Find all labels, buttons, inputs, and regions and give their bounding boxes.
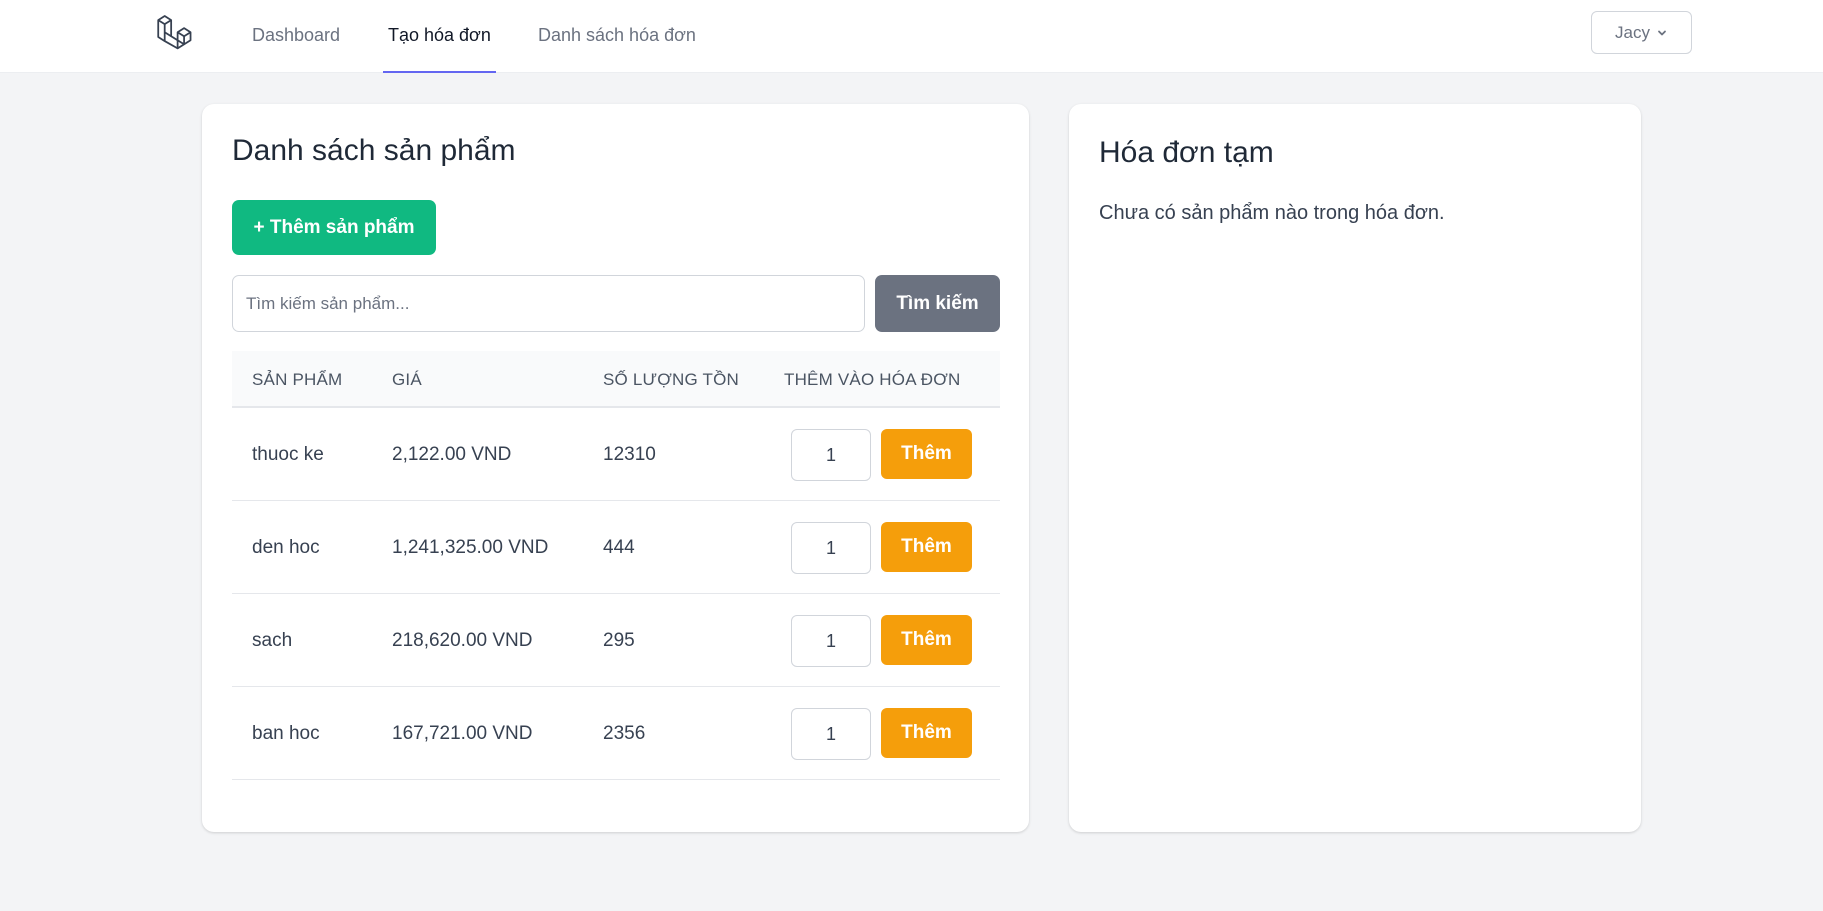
table-row: den hoc 1,241,325.00 VND 444 Thêm: [232, 501, 1000, 594]
search-button[interactable]: Tìm kiếm: [875, 275, 1000, 332]
user-menu-button[interactable]: Jacy: [1591, 11, 1692, 54]
product-stock: 12310: [603, 443, 656, 465]
product-price: 2,122.00 VND: [392, 443, 512, 465]
product-table: SẢN PHẨM GIÁ SỐ LƯỢNG TỒN THÊM VÀO HÓA Đ…: [232, 351, 1000, 780]
product-price: 167,721.00 VND: [392, 722, 533, 744]
column-header-stock: SỐ LƯỢNG TỒN: [603, 369, 740, 389]
table-header: SẢN PHẨM GIÁ SỐ LƯỢNG TỒN THÊM VÀO HÓA Đ…: [232, 351, 1000, 408]
product-stock: 295: [603, 629, 635, 651]
column-header-product: SẢN PHẨM: [252, 369, 343, 389]
table-row: sach 218,620.00 VND 295 Thêm: [232, 594, 1000, 687]
product-name: ban hoc: [252, 722, 320, 744]
quantity-input[interactable]: [791, 708, 871, 760]
nav-link-create-invoice[interactable]: Tạo hóa đơn: [383, 0, 496, 73]
empty-invoice-message: Chưa có sản phẩm nào trong hóa đơn.: [1099, 202, 1445, 224]
product-list-title: Danh sách sản phẩm: [232, 134, 516, 167]
add-to-invoice-button[interactable]: Thêm: [881, 429, 972, 479]
top-navigation: Dashboard Tạo hóa đơn Danh sách hóa đơn …: [0, 0, 1823, 73]
product-stock: 444: [603, 536, 635, 558]
table-row: thuoc ke 2,122.00 VND 12310 Thêm: [232, 408, 1000, 501]
chevron-down-icon: [1658, 30, 1666, 35]
column-header-add-to-invoice: THÊM VÀO HÓA ĐƠN: [784, 369, 961, 389]
add-to-invoice-button[interactable]: Thêm: [881, 615, 972, 665]
add-product-button[interactable]: + Thêm sản phẩm: [232, 200, 436, 255]
quantity-input[interactable]: [791, 615, 871, 667]
laravel-logo-icon[interactable]: [155, 12, 197, 54]
product-price: 1,241,325.00 VND: [392, 536, 549, 558]
product-name: thuoc ke: [252, 443, 324, 465]
table-row: ban hoc 167,721.00 VND 2356 Thêm: [232, 687, 1000, 780]
temp-invoice-title: Hóa đơn tạm: [1099, 136, 1274, 169]
product-name: sach: [252, 629, 293, 651]
nav-link-invoice-list[interactable]: Danh sách hóa đơn: [538, 0, 696, 73]
temp-invoice-card: Hóa đơn tạm Chưa có sản phẩm nào trong h…: [1069, 104, 1641, 832]
user-name: Jacy: [1615, 22, 1650, 42]
nav-link-dashboard[interactable]: Dashboard: [252, 0, 340, 73]
product-stock: 2356: [603, 722, 646, 744]
quantity-input[interactable]: [791, 429, 871, 481]
product-name: den hoc: [252, 536, 320, 558]
add-to-invoice-button[interactable]: Thêm: [881, 708, 972, 758]
column-header-price: GIÁ: [392, 369, 422, 389]
add-to-invoice-button[interactable]: Thêm: [881, 522, 972, 572]
product-list-card: Danh sách sản phẩm + Thêm sản phẩm Tìm k…: [202, 104, 1029, 832]
quantity-input[interactable]: [791, 522, 871, 574]
product-price: 218,620.00 VND: [392, 629, 533, 651]
product-search-input[interactable]: [232, 275, 865, 332]
